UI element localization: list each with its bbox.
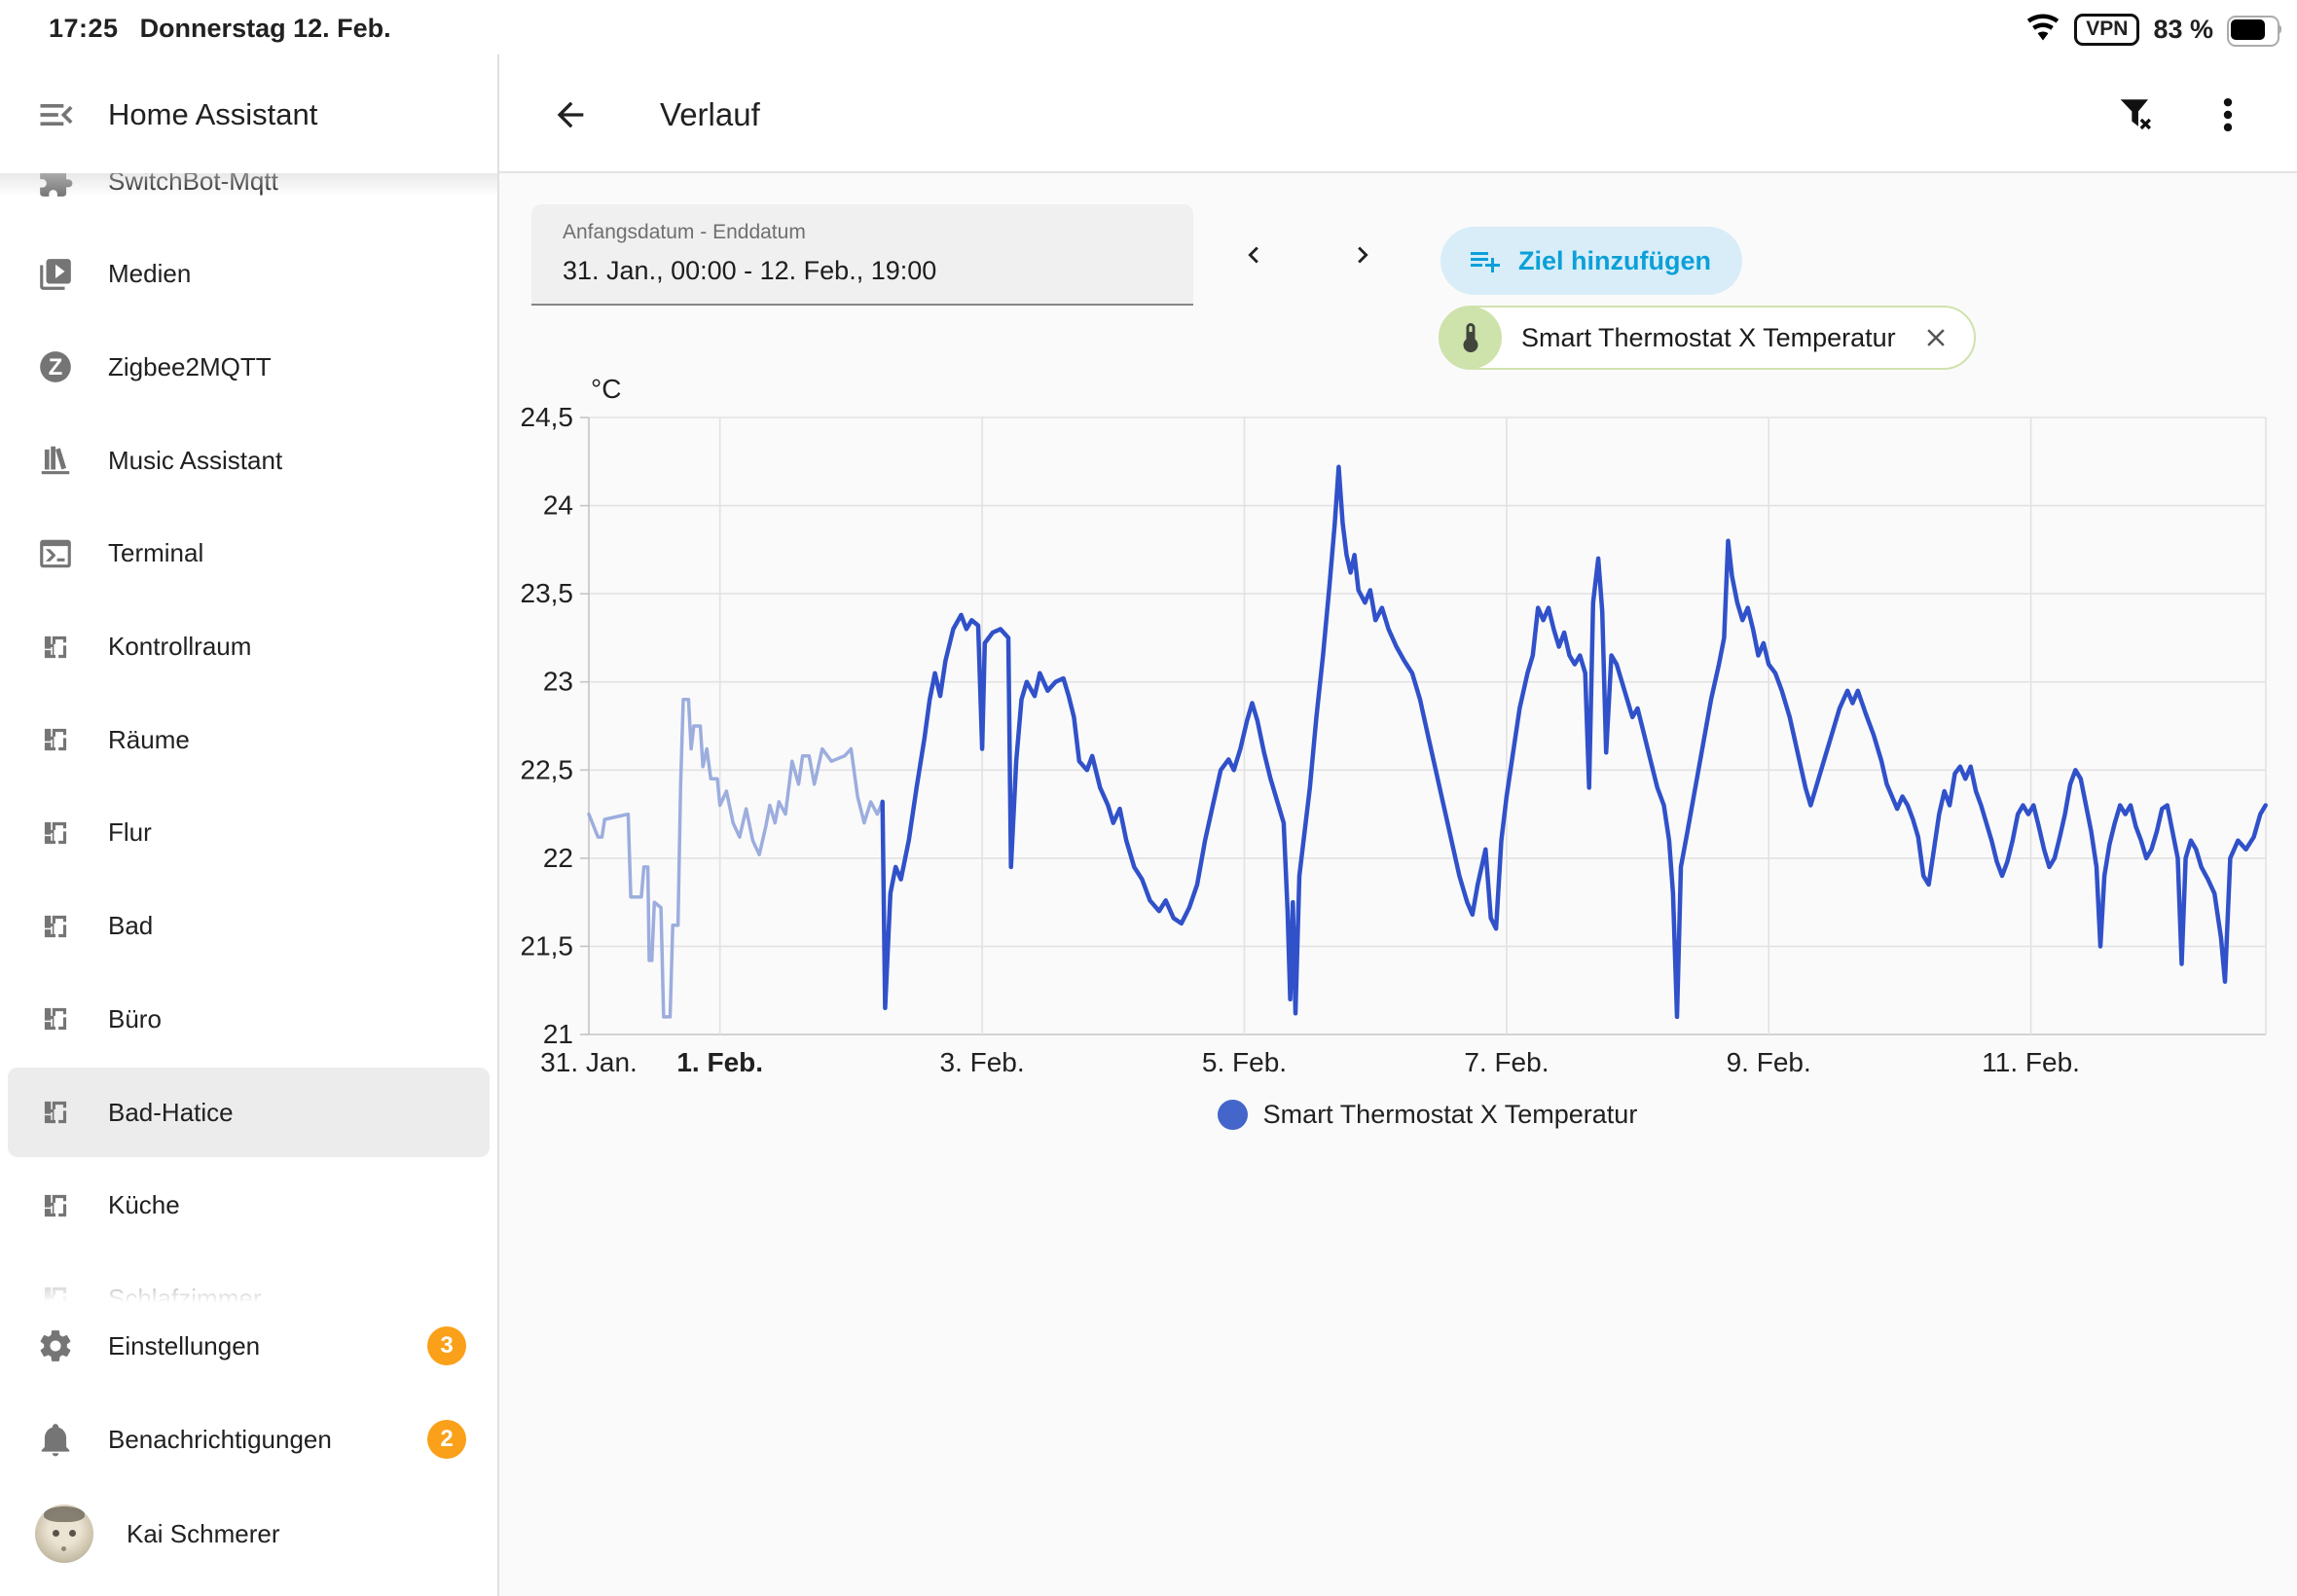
- svg-text:°C: °C: [591, 374, 621, 404]
- floor-plan-icon: [37, 908, 74, 945]
- status-bar: 17:25 Donnerstag 12. Feb. VPN 83 %: [0, 0, 2297, 54]
- page-title: Verlauf: [660, 93, 760, 136]
- sidebar-item-label: Einstellungen: [108, 1331, 260, 1361]
- notification-badge: 2: [427, 1420, 466, 1459]
- sidebar-item-medien[interactable]: Medien: [0, 228, 497, 321]
- sidebar-item-kontrollraum[interactable]: Kontrollraum: [0, 600, 497, 694]
- floor-plan-icon: [37, 1187, 74, 1224]
- svg-text:21,5: 21,5: [521, 930, 574, 961]
- terminal-icon: [37, 535, 74, 572]
- sidebar-item-label: Kontrollraum: [108, 632, 251, 662]
- battery-icon: [2227, 16, 2281, 43]
- svg-text:22: 22: [543, 843, 573, 873]
- sidebar-user-profile[interactable]: Kai Schmerer: [0, 1487, 497, 1580]
- sidebar-item-r-ume[interactable]: Räume: [0, 693, 497, 786]
- svg-text:21: 21: [543, 1019, 573, 1049]
- sidebar-item-flur[interactable]: Flur: [0, 786, 497, 880]
- floor-plan-icon: [37, 629, 74, 666]
- sidebar-item-bad-hatice[interactable]: Bad-Hatice: [0, 1066, 497, 1159]
- overflow-menu-button[interactable]: [2205, 91, 2251, 138]
- sidebar-item-label: Küche: [108, 1190, 180, 1220]
- home-assistant-app: 17:25 Donnerstag 12. Feb. VPN 83 % Switc…: [0, 0, 2297, 1596]
- avatar: [35, 1505, 93, 1563]
- sidebar-title: Home Assistant: [108, 93, 317, 136]
- battery-percent: 83 %: [2153, 15, 2213, 45]
- svg-text:3. Feb.: 3. Feb.: [940, 1047, 1025, 1077]
- svg-text:7. Feb.: 7. Feb.: [1464, 1047, 1549, 1077]
- svg-text:5. Feb.: 5. Feb.: [1202, 1047, 1287, 1077]
- kebab-menu-icon: [2206, 93, 2249, 136]
- wifi-icon: [2025, 10, 2060, 50]
- menu-open-icon[interactable]: [35, 93, 78, 136]
- sidebar-item-music-assistant[interactable]: Music Assistant: [0, 414, 497, 507]
- sidebar-item-k-che[interactable]: Küche: [0, 1159, 497, 1252]
- svg-text:22,5: 22,5: [521, 754, 574, 784]
- svg-text:Z: Z: [49, 355, 63, 381]
- sidebar-item-label: Räume: [108, 725, 190, 755]
- svg-text:9. Feb.: 9. Feb.: [1727, 1047, 1811, 1077]
- sidebar-scroll-fade-top: [0, 173, 497, 204]
- sidebar-item-terminal[interactable]: Terminal: [0, 507, 497, 600]
- back-button[interactable]: [549, 93, 592, 136]
- floor-plan-icon: [37, 1000, 74, 1037]
- bell-icon: [37, 1421, 74, 1458]
- filter-remove-button[interactable]: [2114, 91, 2161, 138]
- sidebar-item-label: Terminal: [108, 538, 203, 568]
- sidebar-item-zigbee2mqtt[interactable]: Z Zigbee2MQTT: [0, 320, 497, 414]
- vpn-badge: VPN: [2074, 14, 2139, 46]
- sidebar-item-label: Bad: [108, 911, 153, 941]
- sidebar-item-bad[interactable]: Bad: [0, 880, 497, 973]
- sidebar-item-einstellungen[interactable]: Einstellungen 3: [0, 1299, 497, 1393]
- sidebar-item-benachrichtigungen[interactable]: Benachrichtigungen 2: [0, 1393, 497, 1486]
- svg-text:23: 23: [543, 667, 573, 697]
- sidebar-item-label: Flur: [108, 817, 152, 848]
- user-name: Kai Schmerer: [127, 1519, 280, 1549]
- svg-text:11. Feb.: 11. Feb.: [1982, 1047, 2080, 1077]
- sidebar-item-label: Büro: [108, 1004, 162, 1034]
- status-time: 17:25: [49, 14, 119, 44]
- zigbee2mqtt-icon: Z: [37, 348, 74, 385]
- history-chart[interactable]: 24,5 24 23,5 23 22,5 22 21,5 2131. Jan. 1. Feb. 3…: [498, 0, 2297, 1596]
- svg-text:24: 24: [543, 490, 573, 521]
- svg-text:1. Feb.: 1. Feb.: [676, 1047, 763, 1077]
- sidebar-item-label: Medien: [108, 259, 191, 289]
- svg-text:24,5: 24,5: [521, 402, 574, 432]
- back-arrow-icon: [551, 95, 590, 134]
- filter-remove-icon: [2116, 93, 2159, 136]
- sidebar-item-label: Benachrichtigungen: [108, 1425, 332, 1455]
- status-date: Donnerstag 12. Feb.: [140, 14, 391, 44]
- sidebar-item-label: Music Assistant: [108, 446, 282, 476]
- legend-dot: [1218, 1100, 1248, 1130]
- floor-plan-icon: [37, 815, 74, 852]
- notification-badge: 3: [427, 1326, 466, 1365]
- sidebar-divider: [497, 54, 499, 1596]
- bookshelf-icon: [37, 442, 74, 479]
- floor-plan-icon: [37, 1094, 74, 1131]
- sidebar-item-label: Bad-Hatice: [108, 1098, 234, 1128]
- gear-icon: [37, 1327, 74, 1364]
- svg-text:23,5: 23,5: [521, 578, 574, 608]
- floor-plan-icon: [37, 721, 74, 758]
- chart-legend[interactable]: Smart Thermostat X Temperatur: [589, 1090, 2266, 1139]
- svg-text:31. Jan.: 31. Jan.: [540, 1047, 638, 1077]
- sidebar-item-label: Zigbee2MQTT: [108, 352, 272, 382]
- media-multiple-icon: [37, 256, 74, 293]
- sidebar-item-b-ro[interactable]: Büro: [0, 972, 497, 1066]
- legend-label: Smart Thermostat X Temperatur: [1263, 1100, 1638, 1130]
